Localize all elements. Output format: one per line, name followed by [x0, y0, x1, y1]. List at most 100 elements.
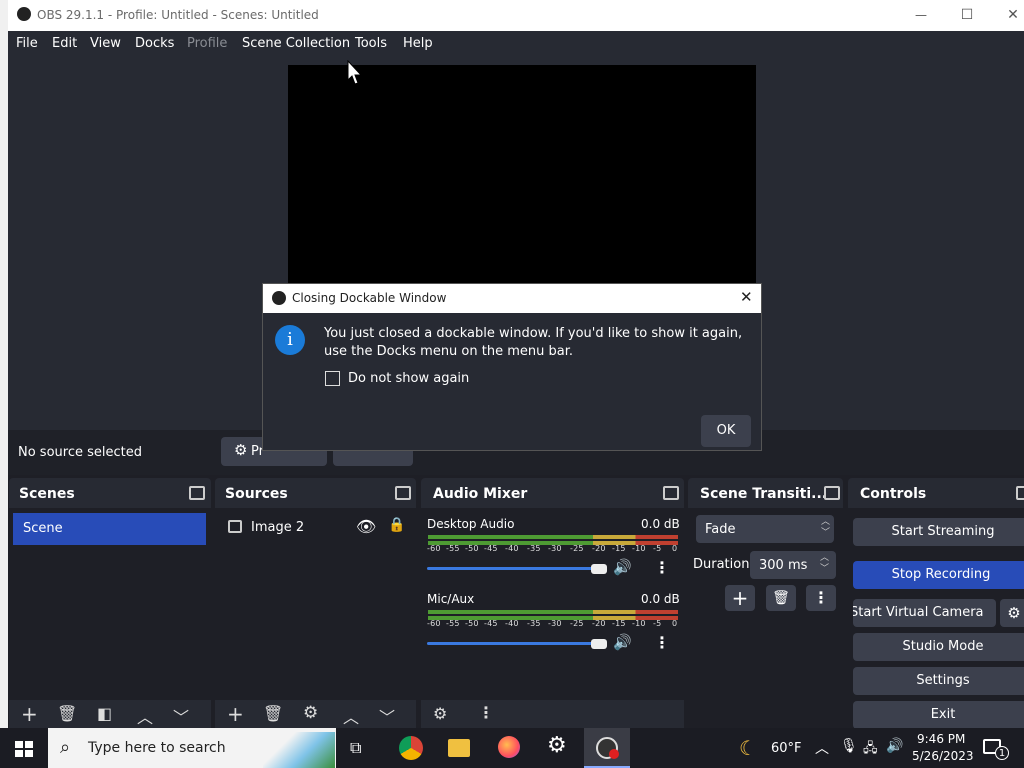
- start-streaming-button[interactable]: Start Streaming: [853, 518, 1024, 546]
- volume-slider[interactable]: [427, 567, 602, 570]
- taskbar-search-box[interactable]: ⌕ Type here to search: [48, 728, 336, 768]
- sources-dock-title: Sources: [225, 486, 288, 502]
- start-virtual-camera-button[interactable]: Start Virtual Camera: [853, 599, 996, 627]
- microphone-icon[interactable]: 🎙: [840, 738, 858, 754]
- audio-channel-level: 0.0 dB: [641, 517, 680, 531]
- volume-slider-knob[interactable]: [591, 639, 607, 649]
- move-source-down-icon[interactable]: ﹀: [379, 704, 395, 728]
- settings-button[interactable]: Settings: [853, 667, 1024, 695]
- menu-help[interactable]: Help: [403, 36, 433, 51]
- advanced-audio-gear-icon[interactable]: ⚙: [433, 704, 447, 723]
- move-source-up-icon[interactable]: ︿: [343, 704, 359, 728]
- float-dock-icon[interactable]: [663, 486, 679, 500]
- exit-button[interactable]: Exit: [853, 701, 1024, 729]
- mixer-menu-icon[interactable]: ⋮: [478, 703, 494, 722]
- move-scene-up-icon[interactable]: ︿: [137, 704, 153, 728]
- controls-title: Controls: [860, 486, 927, 502]
- title-bar: OBS 29.1.1 - Profile: Untitled - Scenes:…: [8, 0, 1024, 31]
- scale-tick: -15: [612, 619, 626, 628]
- network-icon[interactable]: 🖧: [863, 739, 878, 761]
- float-dock-icon[interactable]: [1016, 486, 1024, 500]
- tray-chevron-icon[interactable]: ︿: [815, 738, 829, 758]
- settings-gear-icon[interactable]: ⚙: [547, 733, 567, 758]
- add-source-icon[interactable]: +: [227, 702, 244, 726]
- updown-icon[interactable]: ︿ ﹀: [820, 553, 829, 575]
- scale-tick: -10: [632, 619, 646, 628]
- clock-date[interactable]: 5/26/2023: [912, 749, 974, 763]
- scene-list-item[interactable]: Scene: [13, 513, 206, 545]
- scale-tick: -5: [653, 544, 662, 553]
- search-icon: ⌕: [60, 737, 71, 758]
- menu-profile[interactable]: Profile: [187, 36, 227, 51]
- move-scene-down-icon[interactable]: ﹀: [173, 704, 189, 728]
- scale-tick: -60: [427, 619, 441, 628]
- maximize-button[interactable]: ☐: [952, 4, 982, 26]
- menu-edit[interactable]: Edit: [52, 36, 77, 51]
- scale-tick: 0: [672, 619, 678, 628]
- chrome-icon[interactable]: [399, 736, 423, 760]
- studio-mode-button[interactable]: Studio Mode: [853, 633, 1024, 661]
- firefox-icon[interactable]: [498, 736, 520, 758]
- duration-value: 300 ms: [759, 558, 808, 573]
- speaker-icon[interactable]: 🔊: [613, 633, 632, 651]
- gear-icon: ⚙: [1007, 604, 1021, 622]
- float-dock-icon[interactable]: [395, 486, 411, 500]
- search-placeholder: Type here to search: [88, 740, 226, 756]
- gear-icon: ⚙: [234, 441, 248, 459]
- menu-docks[interactable]: Docks: [135, 36, 174, 51]
- visibility-eye-icon[interactable]: 👁: [356, 517, 376, 536]
- scale-tick: -5: [653, 619, 662, 628]
- menu-view[interactable]: View: [90, 36, 121, 51]
- obs-logo-icon: [17, 7, 31, 21]
- do-not-show-label[interactable]: Do not show again: [348, 371, 469, 386]
- volume-meter: [428, 610, 678, 614]
- search-highlight-image: [263, 732, 335, 768]
- minimize-button[interactable]: —: [906, 4, 936, 26]
- meter-scale: -60 -55 -50 -45 -40 -35 -30 -25 -20 -15 …: [427, 544, 679, 556]
- volume-icon[interactable]: 🔊: [886, 738, 903, 754]
- file-explorer-icon[interactable]: [448, 739, 470, 757]
- volume-slider-knob[interactable]: [591, 564, 607, 574]
- volume-slider[interactable]: [427, 642, 602, 645]
- clock-time[interactable]: 9:46 PM: [917, 732, 965, 746]
- image-icon: [228, 520, 242, 533]
- sources-dock: Sources Image 2 👁 🔒 + 🗑 ⚙ ︿ ﹀: [215, 478, 416, 730]
- scale-tick: -10: [632, 544, 646, 553]
- menu-file[interactable]: File: [16, 36, 38, 51]
- scene-filters-icon[interactable]: ◧: [97, 704, 112, 723]
- remove-source-icon[interactable]: 🗑: [263, 704, 283, 723]
- do-not-show-checkbox[interactable]: [325, 371, 340, 386]
- windows-start-icon[interactable]: [15, 741, 33, 757]
- remove-scene-icon[interactable]: 🗑: [57, 704, 77, 723]
- source-properties-icon[interactable]: ⚙: [303, 703, 318, 723]
- transitions-title: Scene Transiti...: [700, 486, 828, 502]
- transition-menu-button[interactable]: ⋮: [806, 585, 836, 611]
- add-scene-icon[interactable]: +: [21, 702, 38, 726]
- dialog-close-icon[interactable]: ✕: [740, 288, 753, 306]
- task-view-icon[interactable]: ⧉: [350, 738, 361, 758]
- add-transition-button[interactable]: +: [725, 585, 755, 611]
- audio-mixer-toolbar: ⚙ ⋮: [421, 700, 684, 730]
- stop-recording-button[interactable]: Stop Recording: [853, 561, 1024, 589]
- menu-scene-collection[interactable]: Scene Collection: [242, 36, 350, 51]
- obs-taskbar-icon[interactable]: [584, 728, 630, 768]
- channel-menu-icon[interactable]: ⋮: [654, 633, 670, 652]
- remove-transition-button[interactable]: 🗑: [766, 585, 796, 611]
- transitions-dock: Scene Transiti... Fade ︿ ﹀ Duration 300 m…: [688, 478, 843, 730]
- lock-icon[interactable]: 🔒: [388, 517, 405, 533]
- close-button[interactable]: ✕: [998, 4, 1024, 26]
- virtual-camera-settings-button[interactable]: ⚙: [1000, 599, 1024, 627]
- audio-channel-level: 0.0 dB: [641, 592, 680, 606]
- source-list-item[interactable]: Image 2 👁 🔒: [219, 513, 412, 543]
- weather-temp[interactable]: 60°F: [771, 741, 802, 756]
- transition-select[interactable]: Fade ︿ ﹀: [696, 515, 834, 543]
- speaker-icon[interactable]: 🔊: [613, 558, 632, 576]
- menu-tools[interactable]: Tools: [355, 36, 387, 51]
- float-dock-icon[interactable]: [824, 486, 840, 500]
- channel-menu-icon[interactable]: ⋮: [654, 558, 670, 577]
- info-icon: i: [275, 325, 305, 355]
- float-dock-icon[interactable]: [189, 486, 205, 500]
- ok-button[interactable]: OK: [701, 415, 751, 447]
- audio-channel-name: Mic/Aux: [427, 592, 475, 606]
- duration-spinbox[interactable]: 300 ms ︿ ﹀: [750, 551, 836, 579]
